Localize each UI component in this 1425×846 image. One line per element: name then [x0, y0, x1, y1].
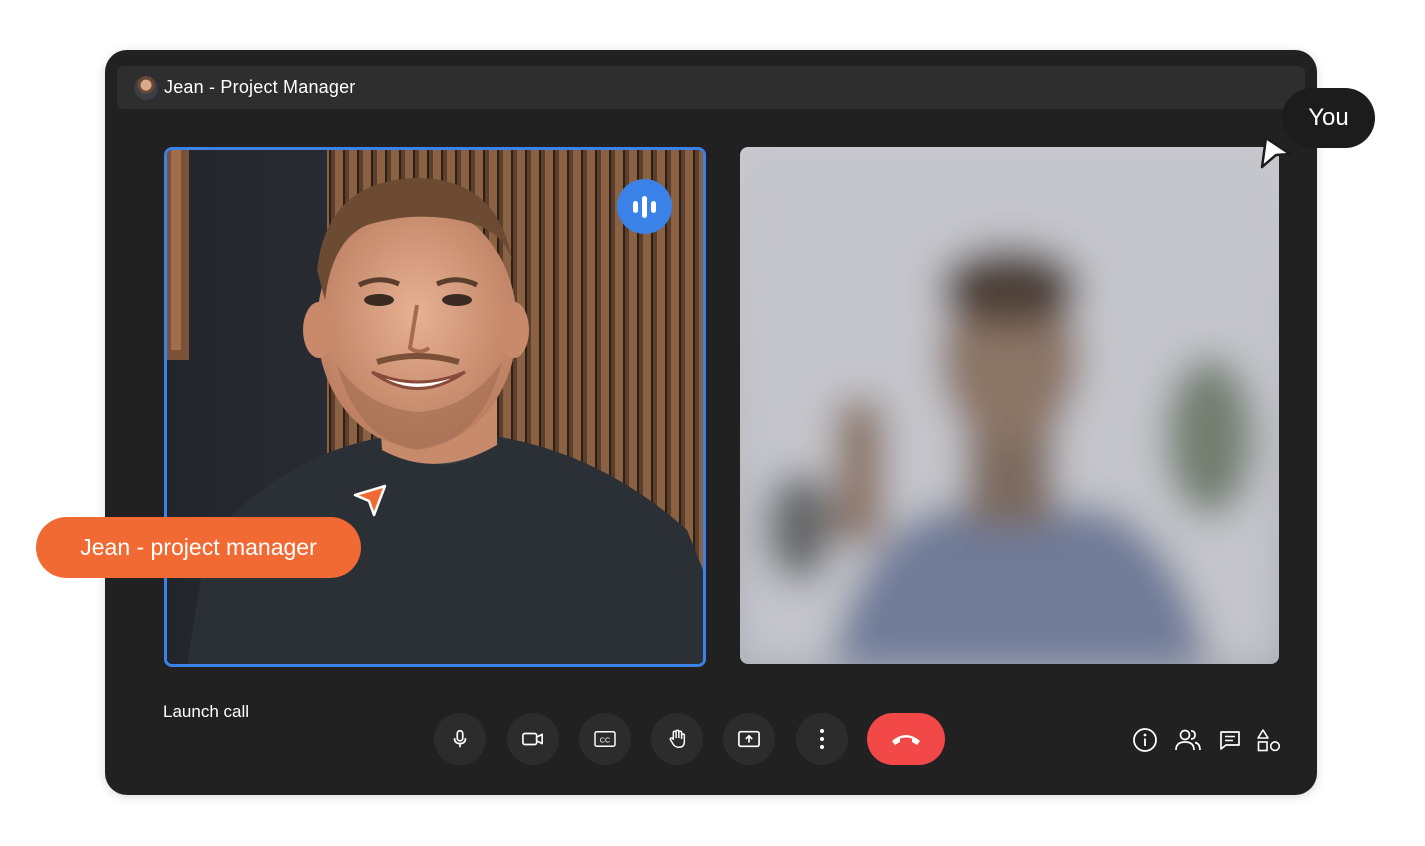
- present-screen-icon: [738, 730, 760, 748]
- chat-button[interactable]: [1216, 726, 1244, 754]
- activities-button[interactable]: [1255, 726, 1283, 754]
- window-title: Jean - Project Manager: [164, 77, 356, 97]
- microphone-button[interactable]: [434, 713, 486, 765]
- camera-icon: [522, 732, 543, 746]
- more-options-button[interactable]: [796, 713, 848, 765]
- self-video-blurred[interactable]: [740, 147, 1279, 664]
- info-button[interactable]: [1131, 726, 1159, 754]
- avatar: [134, 75, 158, 100]
- self-cursor-icon: [1260, 136, 1292, 169]
- launch-call-label: Launch call: [163, 702, 250, 721]
- jean-video-frame: [167, 150, 703, 664]
- people-icon: [1175, 729, 1201, 751]
- raise-hand-button[interactable]: [651, 713, 703, 765]
- more-options-icon: [820, 729, 824, 749]
- end-call-button[interactable]: [867, 713, 945, 765]
- self-cursor-label: You: [1282, 88, 1375, 148]
- captions-button[interactable]: CC: [579, 713, 631, 765]
- present-screen-button[interactable]: [723, 713, 775, 765]
- video-call-window: Jean - Project Manager Launch call CC: [105, 50, 1317, 795]
- people-button[interactable]: [1174, 726, 1202, 754]
- info-icon: [1133, 728, 1157, 752]
- svg-text:CC: CC: [600, 736, 611, 745]
- camera-button[interactable]: [507, 713, 559, 765]
- end-call-icon: [892, 735, 920, 745]
- participant-video-jean[interactable]: [164, 147, 706, 667]
- audio-waves-icon: [617, 179, 672, 234]
- microphone-icon: [453, 729, 467, 748]
- activities-icon: [1257, 729, 1281, 752]
- title-bar: Jean - Project Manager: [117, 66, 1305, 109]
- jean-cursor-label: Jean - project manager: [36, 517, 361, 578]
- closed-captions-icon: CC: [594, 731, 616, 747]
- self-video-frame: [740, 147, 1279, 664]
- chat-icon: [1220, 731, 1240, 750]
- raise-hand-icon: [669, 729, 686, 748]
- jean-cursor-icon: [353, 484, 387, 517]
